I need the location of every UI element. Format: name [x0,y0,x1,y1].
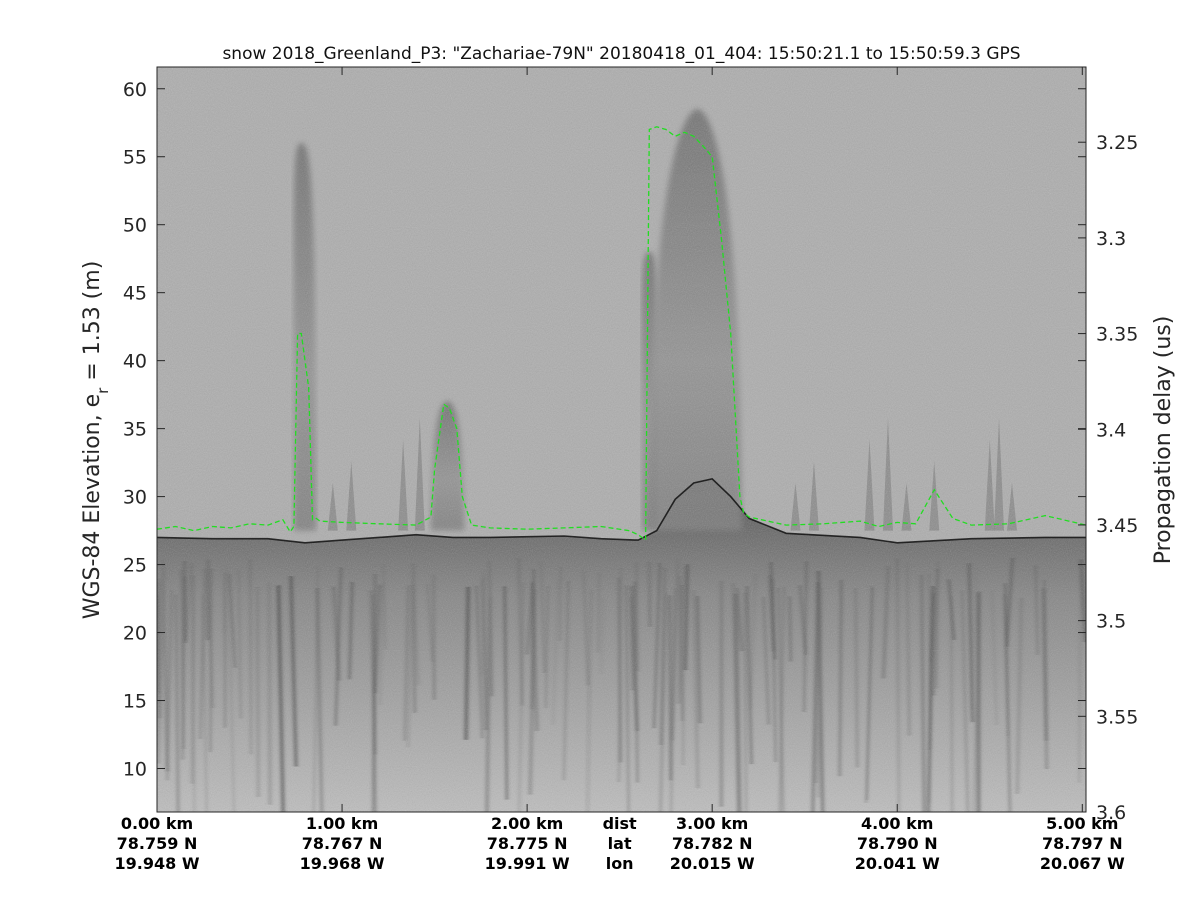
y-tick-label: 55 [123,147,147,169]
x-axis-info-rows: 0.00 km78.759 N19.948 W1.00 km78.767 N19… [115,814,1126,873]
x-info-lat: 78.759 N [117,834,198,853]
y2-tick-label: 3.5 [1096,611,1126,633]
y-tick-label: 20 [123,623,147,645]
y2-tick-label: 3.25 [1096,132,1138,154]
y2-tick-label: 3.3 [1096,228,1126,250]
radar-echogram-chart: snow 2018_Greenland_P3: "Zachariae-79N" … [80,44,1176,873]
y-tick-label: 30 [123,487,147,509]
x-info-lat: 78.775 N [487,834,568,853]
y2-tick-label: 3.4 [1096,419,1126,441]
row-label-dist: dist [603,814,637,833]
x-info-dist: 1.00 km [306,814,378,833]
x-info-lon: 19.968 W [300,854,385,873]
x-info-dist: 3.00 km [676,814,748,833]
speckle-noise [157,67,1086,812]
chart-title: snow 2018_Greenland_P3: "Zachariae-79N" … [222,44,1020,64]
x-info-lon: 20.041 W [855,854,940,873]
x-info-dist: 4.00 km [861,814,933,833]
x-info-lat: 78.782 N [672,834,753,853]
y-tick-label: 10 [123,758,147,780]
y2-tick-label: 3.35 [1096,324,1138,346]
y2-axis-label: Propagation delay (us) [1151,316,1176,565]
x-info-dist: 2.00 km [491,814,563,833]
y2-tick-label: 3.55 [1096,706,1138,728]
row-label-lat: lat [608,834,632,853]
y-axis-right: 3.253.33.353.43.453.53.553.6 [1078,132,1138,824]
x-info-lat: 78.767 N [302,834,383,853]
plot-area [157,67,1086,812]
y-tick-label: 25 [123,555,147,577]
y-tick-label: 60 [123,79,147,101]
y-tick-label: 35 [123,419,147,441]
y-tick-label: 50 [123,215,147,237]
x-info-lon: 20.015 W [670,854,755,873]
y2-tick-label: 3.45 [1096,515,1138,537]
x-info-dist: 5.00 km [1046,814,1118,833]
x-info-lat: 78.790 N [857,834,938,853]
x-info-lon: 19.948 W [115,854,200,873]
row-label-lon: lon [606,854,634,873]
y-tick-label: 15 [123,691,147,713]
x-info-dist: 0.00 km [121,814,193,833]
y-tick-label: 40 [123,351,147,373]
x-info-lon: 20.067 W [1040,854,1125,873]
y-axis-label: WGS-84 Elevation, er = 1.53 (m) [80,261,112,620]
x-info-lon: 19.991 W [485,854,570,873]
y-tick-label: 45 [123,283,147,305]
x-info-lat: 78.797 N [1042,834,1123,853]
